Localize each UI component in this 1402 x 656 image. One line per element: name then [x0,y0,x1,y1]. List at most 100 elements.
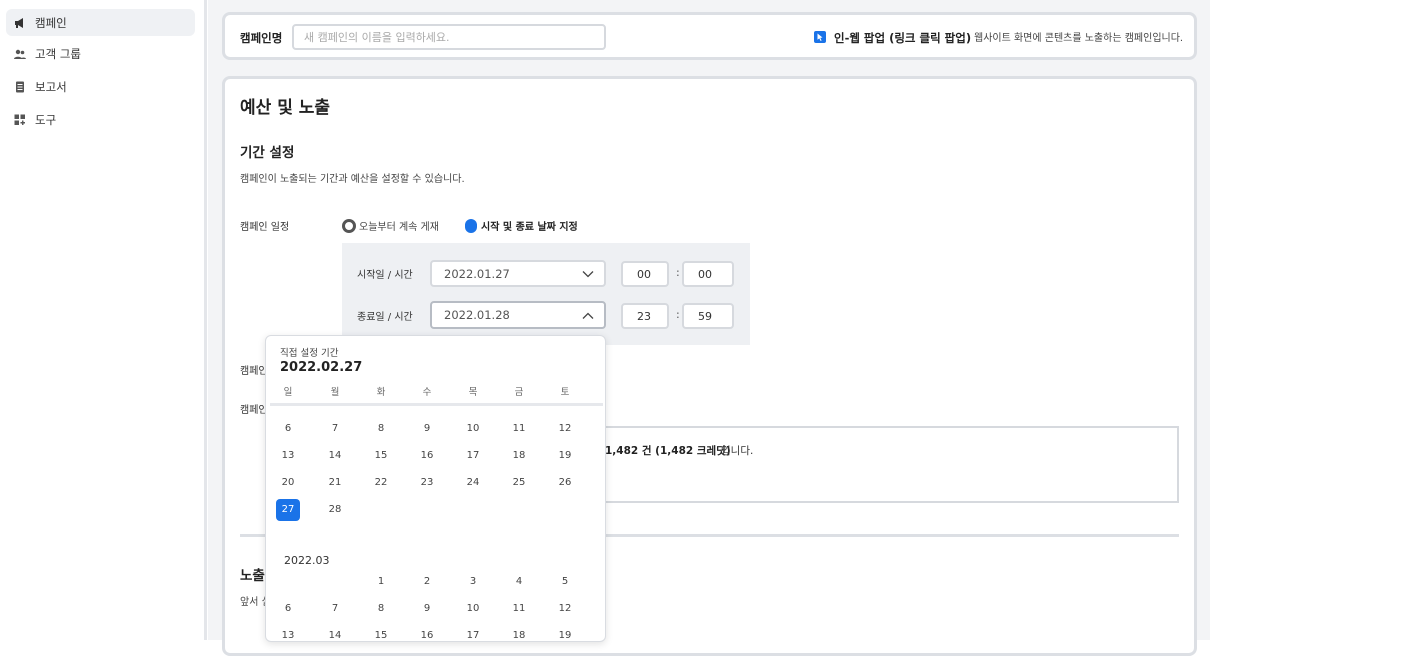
sidebar-item-label: 캠페인 [35,15,67,30]
calendar-next-month-label: 2022.03 [284,554,330,567]
calendar-day-mar-11[interactable]: 11 [507,598,531,620]
calendar-day-mar-1[interactable]: 1 [369,571,393,593]
calendar-day-feb-11[interactable]: 11 [507,418,531,440]
calendar-day-mar-12[interactable]: 12 [553,598,577,620]
calendar-popup: 직접 설정 기간 2022.02.27 2022.03 일월화수목금토67891… [265,335,606,642]
calendar-day-feb-17[interactable]: 17 [461,445,485,467]
start-hour-value: 00 [637,267,651,281]
calendar-day-feb-6[interactable]: 6 [276,418,300,440]
calendar-day-feb-10[interactable]: 10 [461,418,485,440]
document-icon [14,81,26,93]
calendar-day-feb-9[interactable]: 9 [415,418,439,440]
calendar-day-feb-23[interactable]: 23 [415,472,439,494]
calendar-selected-date: 2022.02.27 [280,360,363,375]
weekday-header: 수 [422,387,432,398]
campaign-type-desc: 웹사이트 화면에 콘텐츠를 노출하는 캠페인입니다. [974,33,1184,44]
calendar-day-feb-18[interactable]: 18 [507,445,531,467]
start-date-input[interactable]: 2022.01.27 [430,260,606,287]
campaign-name-input[interactable]: 새 캠페인의 이름을 입력하세요. [292,24,606,50]
radio-continuous-label: 오늘부터 계속 게재 [359,222,439,233]
start-hour-input[interactable]: 00 [621,261,669,287]
calendar-day-feb-21[interactable]: 21 [323,472,347,494]
calendar-day-feb-8[interactable]: 8 [369,418,393,440]
calendar-day-mar-14[interactable]: 14 [323,625,347,641]
calendar-caption: 직접 설정 기간 [280,348,339,359]
calendar-header-divider [270,403,603,406]
calendar-day-feb-27[interactable]: 27 [276,499,300,521]
calendar-day-feb-20[interactable]: 20 [276,472,300,494]
end-minute-value: 59 [698,309,712,323]
sidebar-item-reports[interactable]: 보고서 [6,73,195,100]
calendar-day-feb-22[interactable]: 22 [369,472,393,494]
campaign-name-placeholder: 새 캠페인의 이름을 입력하세요. [304,31,450,44]
sidebar-item-tools[interactable]: 도구 [6,106,195,133]
row-label-1: 캠페인 [240,366,268,377]
sidebar-item-label: 보고서 [35,79,67,94]
calendar-day-feb-12[interactable]: 12 [553,418,577,440]
calendar-day-feb-7[interactable]: 7 [323,418,347,440]
calendar-day-mar-6[interactable]: 6 [276,598,300,620]
campaign-type-label: 인-웹 팝업 (링크 클릭 팝업) [834,31,972,45]
calendar-day-feb-19[interactable]: 19 [553,445,577,467]
weekday-header: 월 [330,387,340,398]
sidebar-item-label: 도구 [35,112,57,127]
calendar-day-mar-18[interactable]: 18 [507,625,531,641]
period-title: 기간 설정 [240,145,295,161]
calendar-day-feb-26[interactable]: 26 [553,472,577,494]
radio-date-range-label: 시작 및 종료 날짜 지정 [481,222,578,233]
campaign-name-label: 캠페인명 [240,31,283,45]
calendar-day-feb-25[interactable]: 25 [507,472,531,494]
calendar-day-feb-14[interactable]: 14 [323,445,347,467]
schedule-label: 캠페인 일정 [240,222,290,233]
cursor-click-icon [814,31,826,43]
start-minute-value: 00 [698,267,712,281]
exposure-title: 노출 [240,568,265,584]
sidebar-item-customer-group[interactable]: 고객 그룹 [6,40,195,67]
time-separator: : [676,308,680,321]
start-minute-input[interactable]: 00 [682,261,734,287]
weekday-header: 목 [468,387,478,398]
calendar-day-feb-15[interactable]: 15 [369,445,393,467]
weekday-header: 금 [514,387,524,398]
calendar-day-mar-15[interactable]: 15 [369,625,393,641]
calendar-day-mar-9[interactable]: 9 [415,598,439,620]
calendar-day-mar-2[interactable]: 2 [415,571,439,593]
end-date-input[interactable]: 2022.01.28 [430,301,606,329]
calendar-day-feb-28[interactable]: 28 [323,499,347,521]
sidebar: 캠페인 고객 그룹 보고서 도구 [0,0,204,640]
summary-count: 1,482 건 (1,482 크레딧) [605,445,731,457]
weekday-header: 화 [376,387,386,398]
end-hour-input[interactable]: 23 [621,303,669,329]
calendar-day-feb-13[interactable]: 13 [276,445,300,467]
apps-icon [14,114,26,126]
sidebar-item-campaign[interactable]: 캠페인 [6,9,195,36]
weekday-header: 토 [560,387,570,398]
end-date-value: 2022.01.28 [444,308,510,322]
budget-title: 예산 및 노출 [240,98,331,118]
calendar-day-feb-24[interactable]: 24 [461,472,485,494]
calendar-day-mar-4[interactable]: 4 [507,571,531,593]
end-minute-input[interactable]: 59 [682,303,734,329]
calendar-day-mar-8[interactable]: 8 [369,598,393,620]
end-label: 종료일 / 시간 [357,312,413,323]
users-icon [14,48,26,60]
date-range-panel [342,243,750,345]
summary-box [594,426,1179,503]
calendar-day-mar-7[interactable]: 7 [323,598,347,620]
sidebar-item-label: 고객 그룹 [35,46,81,61]
calendar-day-mar-17[interactable]: 17 [461,625,485,641]
row-label-2: 캠페인 [240,405,268,416]
calendar-day-feb-16[interactable]: 16 [415,445,439,467]
time-separator: : [676,266,680,279]
calendar-day-mar-3[interactable]: 3 [461,571,485,593]
calendar-day-mar-19[interactable]: 19 [553,625,577,641]
period-desc: 캠페인이 노출되는 기간과 예산을 설정할 수 있습니다. [240,174,465,185]
sidebar-divider [204,0,207,640]
calendar-day-mar-13[interactable]: 13 [276,625,300,641]
calendar-day-mar-5[interactable]: 5 [553,571,577,593]
calendar-day-mar-10[interactable]: 10 [461,598,485,620]
chevron-up-icon [582,312,594,319]
calendar-day-mar-16[interactable]: 16 [415,625,439,641]
radio-continuous[interactable] [342,219,356,233]
radio-date-range[interactable] [465,219,477,233]
